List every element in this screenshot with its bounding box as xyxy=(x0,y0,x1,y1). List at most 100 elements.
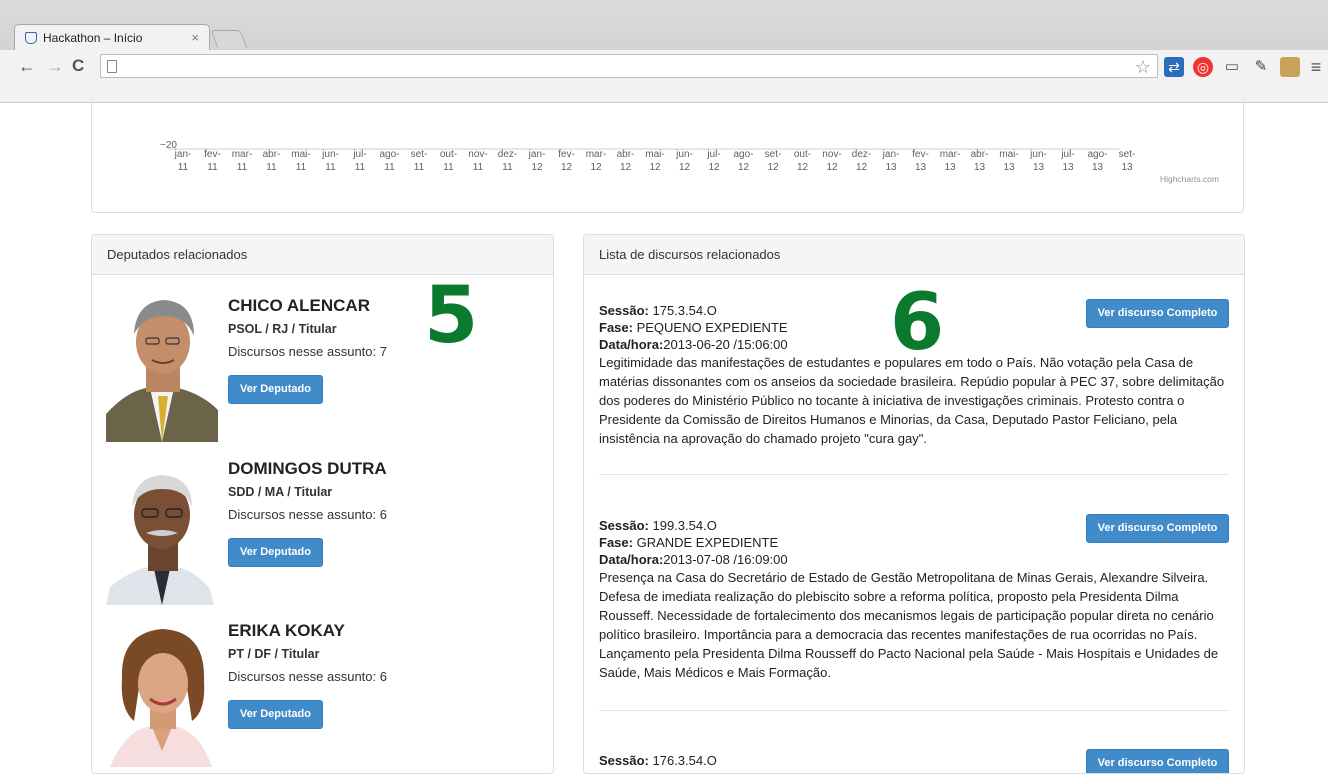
session-label: Sessão: xyxy=(599,303,649,318)
x-tick-month: out- xyxy=(794,149,811,160)
x-tick-month: ago- xyxy=(1087,149,1107,160)
deputy-card: ERIKA KOKAY PT / DF / Titular Discursos … xyxy=(106,621,536,771)
x-tick-year: 13 xyxy=(885,162,897,173)
view-deputy-button[interactable]: Ver Deputado xyxy=(228,375,323,404)
x-tick-year: 11 xyxy=(266,162,277,173)
browser-chrome: Hackathon – Início × ← → C ☆ ⇄ ◎ ▭ ✎ ≡ xyxy=(0,0,1328,103)
address-bar[interactable]: ☆ xyxy=(100,54,1158,78)
x-tick-year: 12 xyxy=(738,162,750,173)
x-tick-year: 13 xyxy=(1062,162,1074,173)
x-tick-month: nov- xyxy=(468,149,487,160)
x-tick-year: 11 xyxy=(325,162,336,173)
x-tick-month: fev- xyxy=(558,149,575,160)
x-tick-month: mai- xyxy=(291,149,310,160)
forward-icon[interactable]: → xyxy=(46,57,64,75)
x-tick-month: jun- xyxy=(1029,149,1047,160)
session-value: 199.3.54.O xyxy=(648,518,717,533)
x-tick-month: jun- xyxy=(675,149,693,160)
x-tick-year: 13 xyxy=(915,162,927,173)
x-tick-year: 12 xyxy=(797,162,809,173)
x-tick-month: jan- xyxy=(882,149,900,160)
page-content: −20 jan- 11 fev- 11 mar- 11 abr- 11 mai- 11 jun- 11… xyxy=(0,99,1328,774)
x-tick-month: mar- xyxy=(940,149,961,160)
deputy-speech-count: Discursos nesse assunto: 6 xyxy=(228,669,387,684)
deputies-panel: Deputados relacionados 5 CHICO ALENCAR P… xyxy=(91,234,554,774)
phase-value: GRANDE EXPEDIENTE xyxy=(632,535,779,550)
datetime-label: Data/hora: xyxy=(599,552,664,567)
x-tick-year: 13 xyxy=(1092,162,1104,173)
x-tick-month: ago- xyxy=(379,149,399,160)
x-tick-month: abr- xyxy=(617,149,635,160)
deputy-photo[interactable] xyxy=(106,296,218,442)
x-tick-month: nov- xyxy=(822,149,841,160)
menu-icon[interactable]: ≡ xyxy=(1306,57,1326,77)
x-tick-year: 12 xyxy=(620,162,632,173)
datetime-label: Data/hora: xyxy=(599,337,664,352)
x-tick-year: 11 xyxy=(178,162,189,173)
x-tick-year: 13 xyxy=(1121,162,1133,173)
x-tick-year: 12 xyxy=(767,162,779,173)
page-icon xyxy=(107,59,117,73)
extension-lastpass-icon[interactable]: ◎ xyxy=(1193,57,1213,77)
x-axis-ticks: jan- 11 fev- 11 mar- 11 abr- 11 mai- 11 jun- 11 jul-… xyxy=(174,149,1136,173)
close-tab-icon[interactable]: × xyxy=(191,30,199,45)
x-tick-month: jul- xyxy=(352,149,366,160)
x-tick-year: 12 xyxy=(531,162,543,173)
new-tab-button[interactable] xyxy=(210,30,248,48)
pen-icon[interactable]: ✎ xyxy=(1251,57,1271,77)
deputy-photo[interactable] xyxy=(106,459,218,605)
view-deputy-button[interactable]: Ver Deputado xyxy=(228,700,323,729)
browser-tab[interactable]: Hackathon – Início × xyxy=(14,24,210,50)
deputy-party: SDD / MA / Titular xyxy=(228,485,333,499)
x-tick-year: 12 xyxy=(679,162,691,173)
x-tick-year: 11 xyxy=(414,162,425,173)
session-value: 175.3.54.O xyxy=(648,303,717,318)
x-tick-year: 11 xyxy=(355,162,366,173)
datetime-value: 2013-07-08 /16:09:00 xyxy=(663,552,788,567)
back-icon[interactable]: ← xyxy=(18,57,36,75)
extension-box-icon[interactable] xyxy=(1280,57,1300,77)
x-tick-month: set- xyxy=(765,149,782,160)
deputy-speech-count: Discursos nesse assunto: 7 xyxy=(228,344,387,359)
x-tick-year: 12 xyxy=(708,162,720,173)
x-tick-month: dez- xyxy=(852,149,871,160)
view-deputy-button[interactable]: Ver Deputado xyxy=(228,538,323,567)
x-tick-year: 11 xyxy=(443,162,454,173)
x-tick-year: 11 xyxy=(473,162,484,173)
speeches-panel: Lista de discursos relacionados 6 Sessão… xyxy=(583,234,1245,774)
view-full-speech-button[interactable]: Ver discurso Completo xyxy=(1086,514,1229,543)
x-tick-month: jan- xyxy=(528,149,546,160)
x-tick-month: mai- xyxy=(645,149,664,160)
chart-panel: −20 jan- 11 fev- 11 mar- 11 abr- 11 mai- 11 jun- 11… xyxy=(91,99,1244,213)
deputy-party: PSOL / RJ / Titular xyxy=(228,322,337,336)
x-tick-month: jul- xyxy=(1060,149,1074,160)
extension-translate-icon[interactable]: ⇄ xyxy=(1164,57,1184,77)
reload-icon[interactable]: C xyxy=(72,57,84,75)
highcharts-credit[interactable]: Highcharts.com xyxy=(1160,174,1219,184)
deputy-party: PT / DF / Titular xyxy=(228,647,320,661)
x-tick-month: mar- xyxy=(586,149,607,160)
deputy-name: CHICO ALENCAR xyxy=(228,296,370,315)
deputies-panel-heading: Deputados relacionados xyxy=(92,235,553,275)
x-tick-month: mai- xyxy=(999,149,1018,160)
x-tick-month: abr- xyxy=(971,149,989,160)
bookmark-star-icon[interactable]: ☆ xyxy=(1135,57,1151,78)
deputy-photo[interactable] xyxy=(106,621,218,767)
tab-strip: Hackathon – Início × xyxy=(0,14,1328,50)
session-label: Sessão: xyxy=(599,753,649,768)
x-tick-year: 13 xyxy=(1033,162,1045,173)
speech-divider xyxy=(599,710,1229,711)
x-tick-month: set- xyxy=(411,149,428,160)
deputy-card: CHICO ALENCAR PSOL / RJ / Titular Discur… xyxy=(106,296,536,446)
x-tick-month: out- xyxy=(440,149,457,160)
x-tick-month: jan- xyxy=(174,149,192,160)
speech-datetime: Data/hora:2013-06-20 /15:06:00 xyxy=(599,336,1229,353)
x-tick-year: 13 xyxy=(974,162,986,173)
x-tick-year: 11 xyxy=(207,162,218,173)
x-tick-year: 12 xyxy=(561,162,573,173)
x-tick-year: 11 xyxy=(502,162,513,173)
speech-divider xyxy=(599,474,1229,475)
view-full-speech-button[interactable]: Ver discurso Completo xyxy=(1086,299,1229,328)
cast-icon[interactable]: ▭ xyxy=(1222,57,1242,77)
view-full-speech-button[interactable]: Ver discurso Completo xyxy=(1086,749,1229,773)
